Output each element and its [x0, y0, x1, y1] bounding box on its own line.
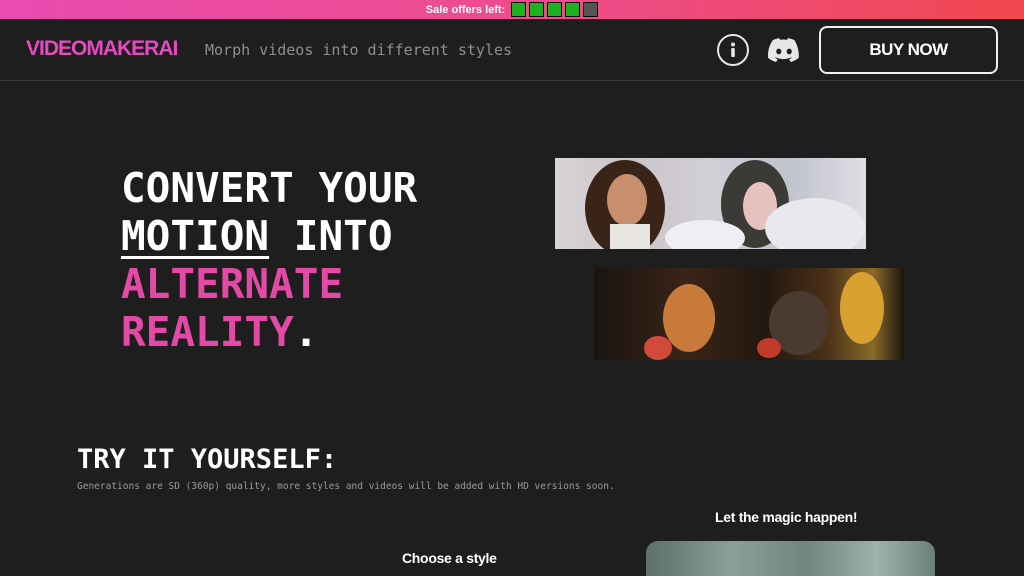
try-it-description: Generations are SD (360p) quality, more … — [77, 481, 615, 492]
sale-offers-bar: Sale offers left: — [0, 0, 1024, 19]
choose-style-label: Choose a style — [402, 550, 497, 566]
sale-slot-available — [511, 2, 527, 17]
hero-line-4: REALITY. — [121, 308, 417, 356]
example-video-portrait[interactable] — [555, 158, 866, 249]
example-video-boxing[interactable] — [594, 268, 904, 360]
site-header: VIDEOMAKERAI Morph videos into different… — [0, 19, 1024, 81]
hero-period: . — [293, 308, 319, 356]
logo[interactable]: VIDEOMAKERAI — [26, 37, 178, 61]
sale-slot-available — [565, 2, 581, 17]
hero-line-2: MOTION INTO — [121, 212, 417, 260]
hero-motion-word: MOTION — [121, 212, 270, 260]
sale-slot-available — [529, 2, 545, 17]
buy-now-button[interactable]: BUY NOW — [819, 26, 998, 74]
hero-into-word: INTO — [269, 212, 393, 260]
sale-slot-sold — [583, 2, 599, 17]
hero-headline: CONVERT YOUR MOTION INTO ALTERNATE REALI… — [121, 164, 417, 356]
hero-line-1: CONVERT YOUR — [121, 164, 418, 212]
magic-label: Let the magic happen! — [715, 509, 858, 525]
tagline: Morph videos into different styles — [205, 41, 513, 59]
info-icon[interactable] — [717, 34, 749, 66]
hero-reality-word: REALITY — [121, 308, 294, 356]
sale-offers-label: Sale offers left: — [425, 3, 506, 16]
sale-offers-slots — [511, 2, 599, 17]
sale-slot-available — [547, 2, 563, 17]
discord-icon[interactable] — [767, 37, 800, 63]
result-preview[interactable] — [646, 541, 935, 576]
hero-line-3: ALTERNATE — [121, 260, 344, 308]
try-it-title: TRY IT YOURSELF: — [77, 444, 338, 475]
